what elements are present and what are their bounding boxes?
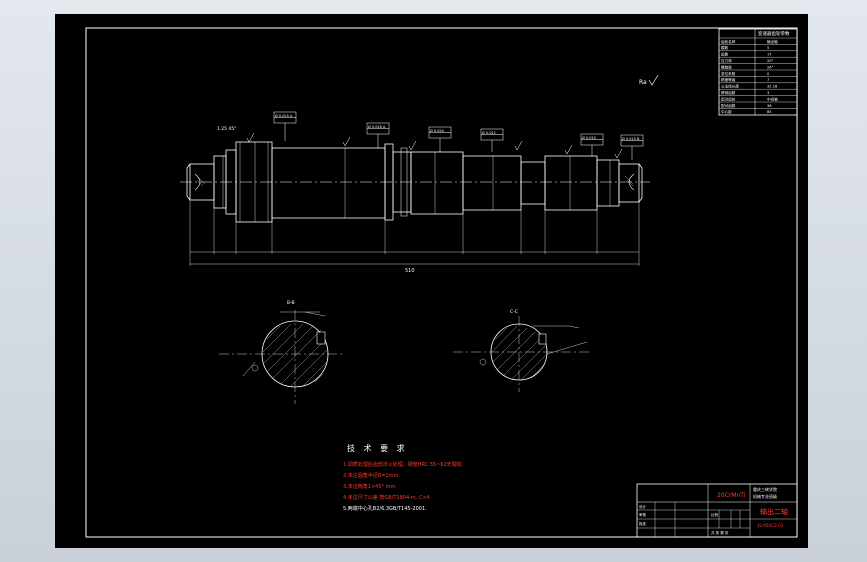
param-name: 压力角 <box>721 58 732 63</box>
material-label: 20CrMnTi <box>717 492 746 499</box>
param-table-header: 变速器齿轮参数 <box>758 30 790 37</box>
keyway-b <box>316 331 326 345</box>
param-name: 齿数 <box>721 52 729 57</box>
cad-viewport: 变速器齿轮参数 齿轮名称 输出轴模数 5 齿数 17 压力角 20° 螺旋角 26° 变位系数 0 精… <box>0 0 867 562</box>
tolerance-t6: Ø 0.015 B <box>622 136 640 141</box>
drawing-name: 输出二轴 <box>760 507 788 516</box>
dept-label: 机械专业班级 <box>753 493 777 499</box>
tolerance-t5: Ø 0.015 <box>582 135 596 140</box>
section-c-label: C-C <box>510 309 518 315</box>
param-value: 7 <box>767 78 769 82</box>
param-name: 配对齿轮 <box>721 96 736 101</box>
scale-label: 比例 <box>711 512 719 517</box>
roughness-corner-symbol: Ra <box>639 74 659 86</box>
param-name: 模数 <box>721 45 729 50</box>
tech-req-item-3: 3.未注倒角1×45° mm. <box>343 483 397 490</box>
param-value: 3 <box>767 91 769 95</box>
shaft-main-view <box>180 111 650 266</box>
section-b-b: B-B <box>219 300 345 404</box>
param-name: 齿轮名称 <box>721 39 736 44</box>
param-name: 中心距 <box>721 109 732 114</box>
param-name: 精度等级 <box>721 77 736 82</box>
tech-req-item-4: 4.未注尺寸公差 按GB/T1804-m. C×4 <box>343 494 430 501</box>
tech-req-item-2: 2.未注圆角半径R=1mm. <box>343 472 400 479</box>
tolerance-t3: Ø 0.020 <box>430 128 444 133</box>
designer-label: 设计 <box>639 504 647 509</box>
section-c-c: C-C <box>453 309 589 392</box>
technical-requirements: 技 术 要 求 1.调质处理后齿部淬火处理，硬度HRC 55~62无裂纹 2.未… <box>343 443 462 512</box>
param-value: 20° <box>767 59 774 63</box>
tech-req-title: 技 术 要 求 <box>347 443 408 453</box>
drawing-canvas: 变速器齿轮参数 齿轮名称 输出轴模数 5 齿数 17 压力角 20° 螺旋角 26° 变位系数 0 精… <box>85 27 798 538</box>
drawing-code: JS-YDGCZ-03 <box>757 523 784 528</box>
tolerance-t2: Ø 0.016 A <box>368 124 386 129</box>
approver-label: 批准 <box>639 521 647 526</box>
overall-length-dimension: 510 <box>405 268 415 274</box>
param-value: 26° <box>767 65 774 69</box>
tech-req-item-5: 5.两端中心孔B2/6.3GB/T145-2001. <box>343 505 427 512</box>
param-value: 5 <box>767 46 769 50</box>
tolerance-labels: Ø 0.025 A Ø 0.016 A Ø 0.020 Ø 0.012 Ø 0.… <box>217 113 640 274</box>
param-value: 17 <box>767 53 772 57</box>
tech-req-item-1: 1.调质处理后齿部淬火处理，硬度HRC 55~62无裂纹 <box>343 461 462 468</box>
param-name: 跨测齿数 <box>721 90 736 95</box>
drawing-sheet: 变速器齿轮参数 齿轮名称 输出轴模数 5 齿数 17 压力角 20° 螺旋角 26° 变位系数 0 精… <box>55 14 808 548</box>
tolerance-t4: Ø 0.012 <box>482 130 496 135</box>
sheet-label: 共 张 第 张 <box>711 530 729 535</box>
param-name: 变位系数 <box>721 71 736 76</box>
param-value: 输出轴 <box>767 39 778 44</box>
keyway-c <box>538 333 547 345</box>
gear-parameter-table: 变速器齿轮参数 齿轮名称 输出轴模数 5 齿数 17 压力角 20° 螺旋角 26° 变位系数 0 精… <box>718 28 798 116</box>
drawing-frame <box>85 27 798 538</box>
roughness-corner-text: Ra <box>639 79 647 86</box>
checker-label: 审核 <box>639 512 647 517</box>
param-name: 公法线长度 <box>721 84 739 89</box>
param-value: 0 <box>767 72 770 76</box>
param-value: 中间轴 <box>767 96 778 101</box>
tolerance-t1: Ø 0.025 A <box>275 113 293 118</box>
company-label: 重庆三峡学院 <box>753 486 777 492</box>
param-value: 32.18 <box>767 85 778 89</box>
chamfer-note: 1.25 45° <box>217 126 236 132</box>
param-value: 36 <box>767 104 772 108</box>
param-name: 配对齿数 <box>721 103 736 108</box>
title-block: 20CrMnTi 重庆三峡学院 机械专业班级 输出二轴 JS-YDGCZ-03 … <box>636 483 798 538</box>
param-name: 螺旋角 <box>721 64 732 69</box>
param-value: 85 <box>767 110 772 114</box>
section-b-label: B-B <box>287 300 295 306</box>
